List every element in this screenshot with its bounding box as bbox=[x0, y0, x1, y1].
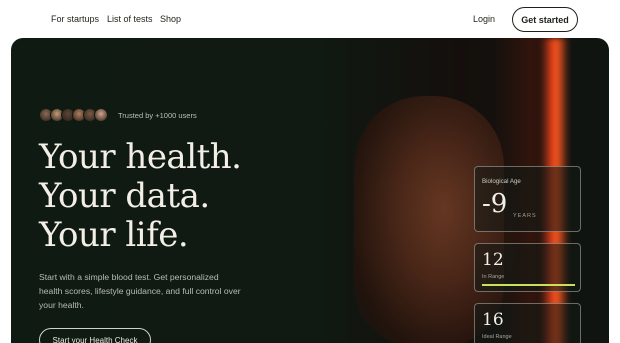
headline-line: Your life. bbox=[39, 215, 189, 255]
biological-age-value: -9 bbox=[482, 189, 508, 219]
years-unit: YEARS bbox=[513, 213, 537, 219]
headline-line: Your health. bbox=[39, 137, 242, 177]
in-range-card: 12 In Range bbox=[474, 243, 581, 292]
nav-link-shop[interactable]: Shop bbox=[160, 14, 181, 24]
ideal-range-label: Ideal Range bbox=[482, 334, 512, 340]
login-link[interactable]: Login bbox=[473, 14, 495, 24]
nav-link-list-of-tests[interactable]: List of tests bbox=[107, 14, 153, 24]
avatar bbox=[94, 108, 108, 122]
ideal-range-card: 16 Ideal Range bbox=[474, 303, 581, 343]
top-nav: For startups List of tests Shop Login Ge… bbox=[0, 0, 620, 38]
ideal-range-value: 16 bbox=[482, 310, 504, 330]
in-range-label: In Range bbox=[482, 274, 505, 280]
start-health-check-button[interactable]: Start your Health Check bbox=[39, 328, 151, 343]
hero-subtext: Start with a simple blood test. Get pers… bbox=[39, 272, 241, 310]
trusted-by-text: Trusted by +1000 users bbox=[118, 111, 197, 120]
hero-panel: Trusted by +1000 users Your health. Your… bbox=[11, 38, 609, 343]
in-range-value: 12 bbox=[482, 250, 504, 270]
headline-line: Your data. bbox=[39, 176, 210, 216]
nav-link-for-startups[interactable]: For startups bbox=[51, 14, 99, 24]
progress-fill bbox=[482, 284, 575, 286]
biological-age-card: Biological Age -9 YEARS bbox=[474, 166, 581, 232]
get-started-button[interactable]: Get started bbox=[512, 7, 578, 32]
card-label: Biological Age bbox=[482, 178, 521, 185]
in-range-progress-bar bbox=[482, 284, 575, 286]
user-avatars bbox=[39, 108, 108, 122]
hero-headline: Your health. Your data. Your life. bbox=[39, 137, 242, 255]
